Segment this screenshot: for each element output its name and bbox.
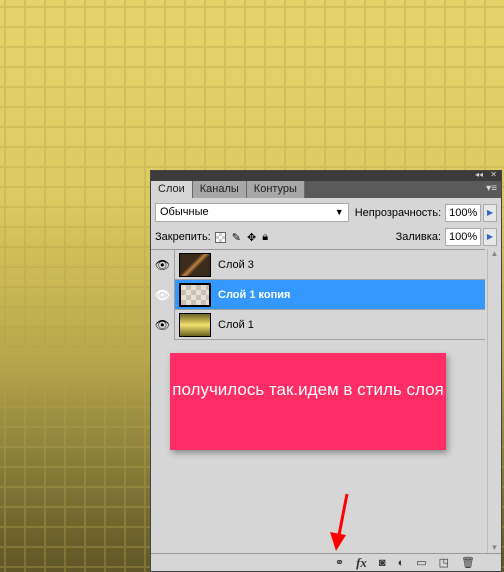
arrow-shaft (337, 493, 349, 536)
arrow-head (330, 532, 346, 551)
annotation-arrow (330, 493, 349, 551)
